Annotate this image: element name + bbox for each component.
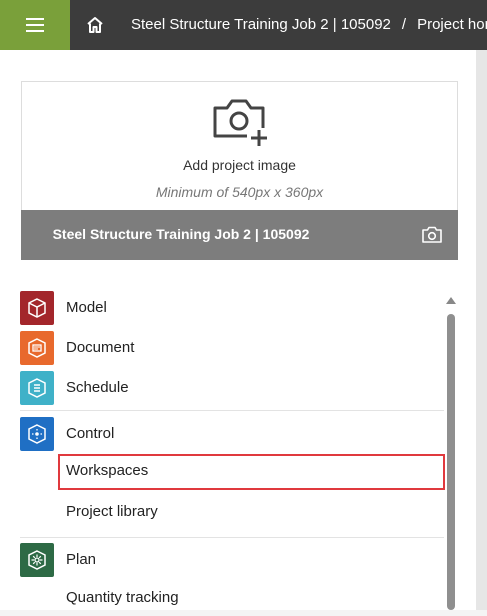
project-image-card[interactable]: Add project image Minimum of 540px x 360… <box>21 81 458 260</box>
camera-plus-icon <box>213 99 271 148</box>
module-document[interactable]: Document <box>20 328 444 368</box>
divider <box>20 410 444 411</box>
add-project-image-label: Add project image <box>183 157 296 173</box>
breadcrumb-separator: / <box>401 16 407 33</box>
hamburger-icon <box>26 18 44 32</box>
submenu-project-library[interactable]: Project library <box>66 494 158 530</box>
module-document-label: Document <box>66 339 135 356</box>
module-plan-label: Plan <box>66 551 97 568</box>
home-button[interactable] <box>70 0 120 50</box>
scroll-up-arrow-icon[interactable] <box>446 297 456 304</box>
document-icon <box>20 331 54 365</box>
module-model[interactable]: Model <box>20 288 444 328</box>
module-schedule[interactable]: Schedule <box>20 368 444 408</box>
camera-icon[interactable] <box>422 226 442 243</box>
module-schedule-label: Schedule <box>66 379 129 396</box>
project-name: Steel Structure Training Job 2 | 105092 <box>52 226 310 242</box>
menu-button[interactable] <box>0 0 70 50</box>
module-control-label: Control <box>66 425 115 442</box>
image-size-hint: Minimum of 540px x 360px <box>155 184 324 200</box>
module-plan[interactable]: Plan <box>20 540 444 580</box>
home-icon <box>87 17 103 33</box>
workspaces-highlight <box>58 454 445 490</box>
schedule-icon <box>20 371 54 405</box>
cube-icon <box>20 291 54 325</box>
panel-edge <box>476 50 487 610</box>
project-name-bar: Steel Structure Training Job 2 | 105092 <box>21 210 458 260</box>
top-bar: Steel Structure Training Job 2 | 105092 /… <box>0 0 487 50</box>
submenu-quantity-tracking[interactable]: Quantity tracking <box>66 580 179 616</box>
breadcrumb-current: Project home <box>417 16 487 33</box>
plan-icon <box>20 543 54 577</box>
breadcrumb: Steel Structure Training Job 2 | 105092 /… <box>120 0 487 50</box>
breadcrumb-project[interactable]: Steel Structure Training Job 2 | 105092 <box>131 16 391 33</box>
scrollbar-thumb[interactable] <box>447 314 455 610</box>
module-model-label: Model <box>66 299 107 316</box>
module-control[interactable]: Control <box>20 414 444 454</box>
control-icon <box>20 417 54 451</box>
divider <box>20 537 444 538</box>
